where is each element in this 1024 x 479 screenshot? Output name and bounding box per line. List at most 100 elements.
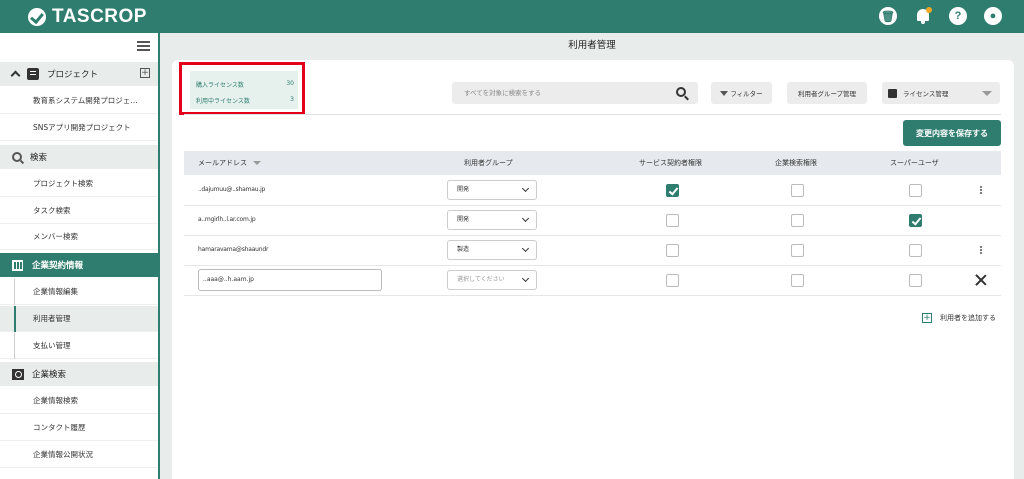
superuser-checkbox[interactable] [909,274,922,287]
sidebar-item-user-management[interactable]: 利用者管理 [0,306,158,332]
user-group-select[interactable]: 選択してください [447,270,537,290]
sidebar-section-label: 企業契約情報 [32,261,84,271]
sidebar-item-project[interactable]: 教育系システム開発プロジェ… [0,88,158,114]
building-icon [12,259,23,271]
chevron-down-icon [521,274,530,283]
more-options-icon[interactable] [980,246,982,248]
column-label: メールアドレス [198,159,247,167]
license-management-dropdown[interactable]: ライセンス管理 [882,82,1000,104]
column-header-group: 利用者グループ [464,159,513,167]
search-placeholder: すべてを対象に検索をする [464,89,542,97]
divider [184,114,1001,115]
sidebar-item-payment[interactable]: 支払い管理 [0,333,158,359]
add-icon: + [922,313,932,323]
company-search-checkbox[interactable] [791,244,804,257]
filter-label: フィルター [730,90,763,98]
sidebar-item-task-search[interactable]: タスク検索 [0,198,158,224]
filter-button[interactable]: フィルター [711,82,772,104]
table-row: hamaravama@shaaundr 製造 [184,236,1001,266]
page-title: 利用者管理 [568,40,616,51]
service-admin-checkbox[interactable] [666,274,679,287]
help-icon[interactable]: ? [949,7,967,25]
filter-icon [720,90,729,96]
logo-check-icon [28,7,46,26]
column-header-company-search: 企業検索権限 [775,159,817,167]
superuser-checkbox[interactable] [909,244,922,257]
search-input[interactable]: すべてを対象に検索をする [452,82,698,104]
user-group-management-label: 利用者グループ管理 [797,90,857,98]
save-changes-button[interactable]: 変更内容を保存する [903,120,1001,146]
chevron-down-icon [982,91,992,96]
purchased-license-label: 購入ライセンス数 [196,82,244,89]
sidebar-section-search[interactable]: 検索 [0,145,158,169]
trash-icon[interactable]: 🗑 [879,7,897,25]
sidebar-section-company-search[interactable]: 企業検索 [0,362,158,386]
user-group-management-button[interactable]: 利用者グループ管理 [787,82,867,104]
company-search-checkbox[interactable] [791,214,804,227]
sidebar-item-public-status[interactable]: 企業情報公開状況 [0,442,158,468]
app-name: TASCROP [52,5,147,27]
sidebar-item-company-info-search[interactable]: 企業情報検索 [0,388,158,414]
add-project-icon[interactable]: + [140,68,150,78]
sidebar-section-label: 企業検索 [32,370,67,380]
table-row: ..dajumuu@..shamau.jp 開発 [184,176,1001,206]
in-use-license-value: 3 [290,96,294,103]
column-header-service-admin: サービス契約者権限 [639,159,702,167]
purchased-license-value: 30 [286,80,294,87]
license-summary-highlight: 購入ライセンス数 30 利用中ライセンス数 3 [179,62,305,115]
add-user-button[interactable]: + 利用者を追加する [922,313,996,323]
sidebar-section-label: 検索 [30,153,48,163]
service-admin-checkbox[interactable] [666,184,679,197]
header-actions: 🗑 ? ● [879,7,1002,25]
table-row: a..mgirlh..l.ar.com.jp 開発 [184,206,1001,236]
add-user-label: 利用者を追加する [940,314,996,322]
service-admin-checkbox[interactable] [666,244,679,257]
company-search-checkbox[interactable] [791,184,804,197]
chevron-down-icon [521,214,530,223]
hamburger-menu-icon[interactable] [137,41,150,51]
superuser-checkbox[interactable] [909,214,922,227]
chevron-down-icon [521,184,530,193]
in-use-license-label: 利用中ライセンス数 [196,98,250,105]
email-cell: hamaravama@shaaundr [198,246,269,253]
email-cell: ..dajumuu@..shamau.jp [198,186,266,193]
table-row: ..aaa@..h.aam.jp 選択してください [184,266,1001,296]
user-group-value: 選択してください [457,276,505,283]
sidebar-item-project[interactable]: SNSアプリ開発プロジェクト [0,115,158,141]
chevron-up-icon[interactable] [10,70,21,81]
company-search-icon [12,368,24,380]
user-group-value: 製造 [457,246,470,253]
sidebar-item-company-edit[interactable]: 企業情報編集 [0,279,158,305]
close-icon[interactable] [975,274,987,286]
sidebar-item-member-search[interactable]: メンバー検索 [0,224,158,250]
sidebar-section-label: プロジェクト [47,70,99,80]
sidebar-item-contact-history[interactable]: コンタクト履歴 [0,415,158,441]
bell-icon[interactable] [914,7,932,25]
email-cell: a..mgirlh..l.ar.com.jp [198,216,256,223]
user-group-select[interactable]: 開発 [447,180,537,200]
license-summary: 購入ライセンス数 30 利用中ライセンス数 3 [190,71,298,109]
company-search-checkbox[interactable] [791,274,804,287]
user-group-select[interactable]: 開発 [447,210,537,230]
user-group-value: 開発 [457,186,470,193]
superuser-checkbox[interactable] [909,184,922,197]
sidebar-section-projects[interactable]: プロジェクト + [0,62,158,86]
user-group-value: 開発 [457,216,470,223]
account-icon[interactable]: ● [984,7,1002,25]
sidebar-section-contract[interactable]: 企業契約情報 [0,253,158,277]
more-options-icon[interactable] [980,186,982,188]
sidebar-item-project-search[interactable]: プロジェクト検索 [0,171,158,197]
search-icon [12,152,22,162]
user-group-select[interactable]: 製造 [447,240,537,260]
sort-icon[interactable] [253,161,261,165]
search-icon[interactable] [676,87,686,97]
sidebar: プロジェクト + 教育系システム開発プロジェ… SNSアプリ開発プロジェクト 検… [0,33,160,479]
column-header-superuser: スーパーユーザ [890,159,939,167]
app-logo[interactable]: TASCROP [28,6,147,28]
service-admin-checkbox[interactable] [666,214,679,227]
email-field[interactable]: ..aaa@..h.aam.jp [198,269,382,291]
table-header: メールアドレス 利用者グループ サービス契約者権限 企業検索権限 スーパーユーザ [184,151,1001,175]
license-management-label: ライセンス管理 [903,90,949,98]
column-header-email[interactable]: メールアドレス [198,151,261,175]
license-icon [888,88,897,98]
